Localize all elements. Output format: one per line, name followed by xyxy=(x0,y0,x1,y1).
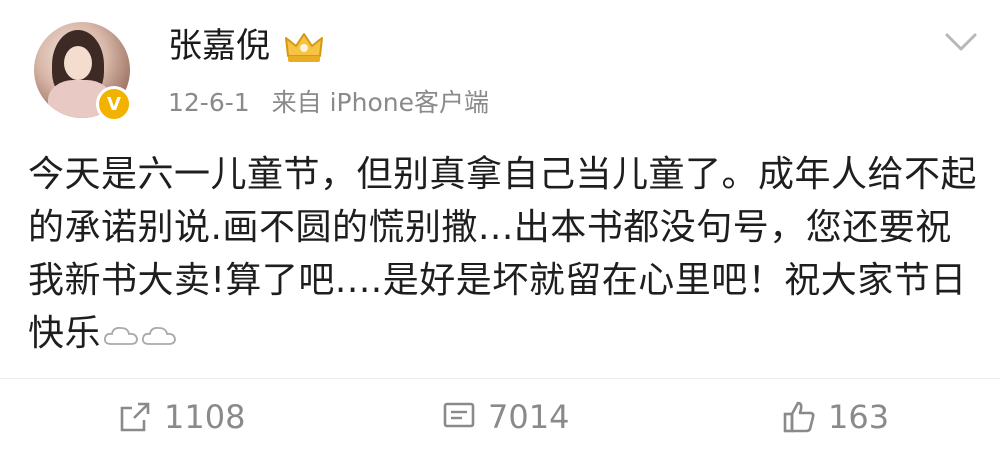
comment-count: 7014 xyxy=(488,398,570,436)
thumbs-up-icon xyxy=(783,401,815,433)
action-bar: 1108 7014 163 xyxy=(0,398,1000,458)
crown-icon xyxy=(285,33,323,62)
verified-v-icon: V xyxy=(96,86,132,122)
post-source[interactable]: 来自 iPhone客户端 xyxy=(272,88,489,117)
chevron-down-icon[interactable] xyxy=(944,30,978,54)
comment-icon xyxy=(443,402,475,428)
post-date: 12-6-1 xyxy=(168,88,250,117)
cloud-emoji-icon xyxy=(141,326,176,345)
divider xyxy=(0,378,1000,379)
comment-button[interactable]: 7014 xyxy=(442,398,569,436)
weibo-post-card: V 张嘉倪 12-6-1 来自 iPhone客户端 今天是六一儿童节，但别真拿自… xyxy=(0,0,1000,436)
avatar-face xyxy=(64,46,92,80)
post-text: 今天是六一儿童节，但别真拿自己当儿童了。成年人给不起的承诺别说.画不圆的慌别撒.… xyxy=(28,148,978,360)
cloud-emoji-icon xyxy=(103,326,138,345)
repost-icon xyxy=(120,402,150,432)
repost-count: 1108 xyxy=(164,398,246,436)
post-meta: 12-6-1 来自 iPhone客户端 xyxy=(168,86,503,120)
like-count: 163 xyxy=(828,398,890,436)
like-button[interactable]: 163 xyxy=(782,398,889,436)
author-name[interactable]: 张嘉倪 xyxy=(168,24,270,68)
repost-button[interactable]: 1108 xyxy=(118,398,245,436)
